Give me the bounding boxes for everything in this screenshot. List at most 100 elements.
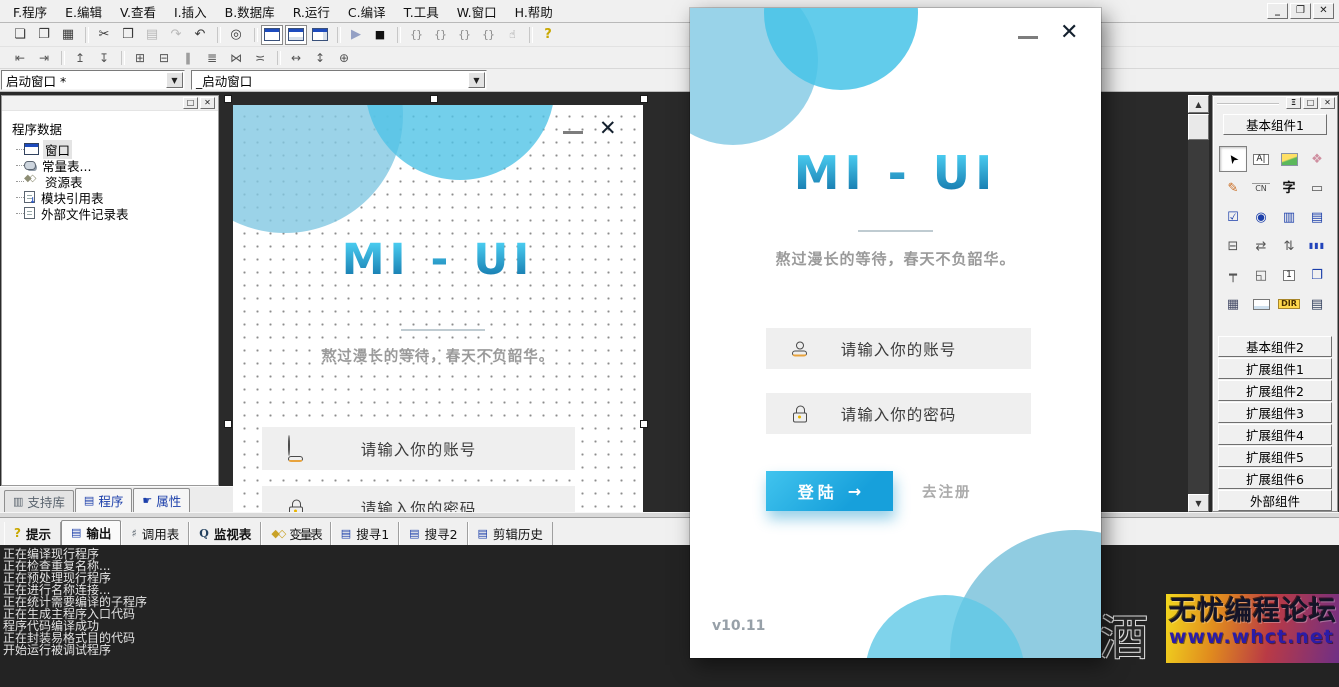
help-find-button[interactable]: ? [537,25,559,45]
hscrollbar-tool[interactable]: ⇄ [1247,233,1275,259]
password-input[interactable]: 请输入你的密码 [766,393,1031,434]
pause-button[interactable]: ☝ [501,25,523,45]
layout-split-bottom-button[interactable] [285,25,307,45]
selection-handle[interactable] [224,95,232,103]
account-input[interactable]: 请输入你的账号 [262,427,575,470]
category-ext-2[interactable]: 扩展组件2 [1218,380,1332,401]
tab-search-1[interactable]: ▤ 搜寻1 [331,522,399,545]
app-restore-button[interactable]: ❐ [1290,3,1311,19]
tab-control-tool[interactable]: ◱ [1247,262,1275,288]
center-horizontal-button[interactable]: ⊞ [129,49,151,67]
chevron-down-icon[interactable]: ▼ [166,72,183,88]
paste-button[interactable]: ▤ [141,25,163,45]
category-ext-1[interactable]: 扩展组件1 [1218,358,1332,379]
scrollbar-thumb[interactable] [1188,114,1209,140]
stretch-width-button[interactable]: ↔ [285,49,307,67]
menu-insert[interactable]: I.插入 [165,0,216,24]
selection-handle[interactable] [640,420,648,428]
run-button[interactable]: ▶ [345,25,367,45]
stop-button[interactable]: ■ [369,25,391,45]
undo-button[interactable]: ↶ [189,25,211,45]
progressbar-tool[interactable]: ▮▮▮ [1303,233,1331,259]
step-out-button[interactable]: {} [453,25,475,45]
step-into-button[interactable]: {} [405,25,427,45]
date-frame-tool[interactable]: 1 [1275,262,1303,288]
menu-tools[interactable]: T.工具 [395,0,448,24]
toolbox-menu-button[interactable]: Ξ [1286,97,1301,109]
layout-split-left-button[interactable] [261,25,283,45]
category-ext-5[interactable]: 扩展组件5 [1218,446,1332,467]
tab-variable-table[interactable]: ◆◇ 变量表 [261,522,330,545]
align-right-edges-button[interactable]: ⇥ [33,49,55,67]
align-bottom-edges-button[interactable]: ↧ [93,49,115,67]
center-vertical-button[interactable]: ⊟ [153,49,175,67]
object-name-combobox[interactable]: _启动窗口 ▼ [191,70,487,90]
image-listbox-tool[interactable]: ▥ [1275,204,1303,230]
same-width-button[interactable]: ⋈ [225,49,247,67]
chevron-down-icon[interactable]: ▼ [468,72,485,88]
tab-search-2[interactable]: ▤ 搜寻2 [399,522,467,545]
slider-tool[interactable]: ┯ [1219,262,1247,288]
run-to-cursor-button[interactable]: {} [477,25,499,45]
editbox-tool[interactable]: ✎ [1219,175,1247,201]
stretch-height-button[interactable]: ↕ [309,49,331,67]
category-ext-3[interactable]: 扩展组件3 [1218,402,1332,423]
category-basic-2[interactable]: 基本组件2 [1218,336,1332,357]
step-over-button[interactable]: {} [429,25,451,45]
align-left-edges-button[interactable]: ⇤ [9,49,31,67]
same-height-button[interactable]: ≍ [249,49,271,67]
panel-tool[interactable]: ▭ [1303,175,1331,201]
tree-item-external-file-table[interactable]: 外部文件记录表 [10,205,218,221]
dialog-tool[interactable]: ❐ [1303,262,1331,288]
tab-hints[interactable]: ? 提示 [4,522,61,545]
calendar-tool[interactable]: ▦ [1219,291,1247,317]
select-tool[interactable]: ➤ [1219,146,1247,172]
category-basic-1[interactable]: 基本组件1 [1223,114,1327,135]
tree-close-button[interactable]: ✕ [200,97,215,109]
tab-call-table[interactable]: ♯ 调用表 [121,522,189,545]
tab-program[interactable]: ▤ 程序 [75,488,132,512]
selection-handle[interactable] [430,95,438,103]
align-top-edges-button[interactable]: ↥ [69,49,91,67]
minimize-button[interactable] [563,131,583,134]
selection-handle[interactable] [640,95,648,103]
tab-clip-history[interactable]: ▤ 剪辑历史 [468,522,553,545]
menu-database[interactable]: B.数据库 [216,0,284,24]
menu-view[interactable]: V.查看 [111,0,165,24]
dir-tool[interactable]: DIR [1275,291,1303,317]
category-external[interactable]: 外部组件 [1218,490,1332,511]
tab-watch-table[interactable]: Q 监视表 [189,522,261,545]
category-ext-6[interactable]: 扩展组件6 [1218,468,1332,489]
designer-vertical-scrollbar[interactable]: ▲ ▼ [1188,95,1209,512]
listbox-tool[interactable]: ▤ [1303,204,1331,230]
app-close-button[interactable]: ✕ [1313,3,1334,19]
menu-edit[interactable]: E.编辑 [56,0,111,24]
menu-program[interactable]: F.程序 [4,0,56,24]
stretch-both-button[interactable]: ⊕ [333,49,355,67]
tree-item-constant-table[interactable]: 常量表... [10,157,218,173]
selection-handle[interactable] [224,420,232,428]
open-file-button[interactable]: ❐ [33,25,55,45]
close-icon[interactable]: ✕ [599,118,617,139]
layout-split-right-button[interactable] [309,25,331,45]
category-ext-4[interactable]: 扩展组件4 [1218,424,1332,445]
toolbox-maximize-button[interactable]: □ [1303,97,1318,109]
copy-button[interactable]: ❒ [117,25,139,45]
shape-tool[interactable]: ❖ [1303,146,1331,172]
account-input[interactable]: 请输入你的账号 [766,328,1031,369]
toolbox-close-button[interactable]: ✕ [1320,97,1335,109]
space-down-button[interactable]: ≣ [201,49,223,67]
menu-compile[interactable]: C.编译 [339,0,395,24]
checkbox-tool[interactable]: ☑ [1219,204,1247,230]
save-button[interactable]: ▦ [57,25,79,45]
close-icon[interactable]: ✕ [1060,22,1078,44]
tab-output[interactable]: ▤ 输出 [61,520,121,545]
form-designer-canvas[interactable]: ✕ MI - UI 熬过漫长的等待，春天不负韶华。 请输入你的账号 请输入你的密… [233,105,643,513]
space-across-button[interactable]: ∥ [177,49,199,67]
document-tool[interactable]: ▤ [1303,291,1331,317]
option-list-tool[interactable]: ⊟ [1219,233,1247,259]
tab-support-libraries[interactable]: ▥ 支持库 [4,490,74,512]
radio-button-tool[interactable]: ◉ [1247,204,1275,230]
edit-small-tool[interactable] [1247,291,1275,317]
groupbox-tool[interactable]: CN [1247,175,1275,201]
